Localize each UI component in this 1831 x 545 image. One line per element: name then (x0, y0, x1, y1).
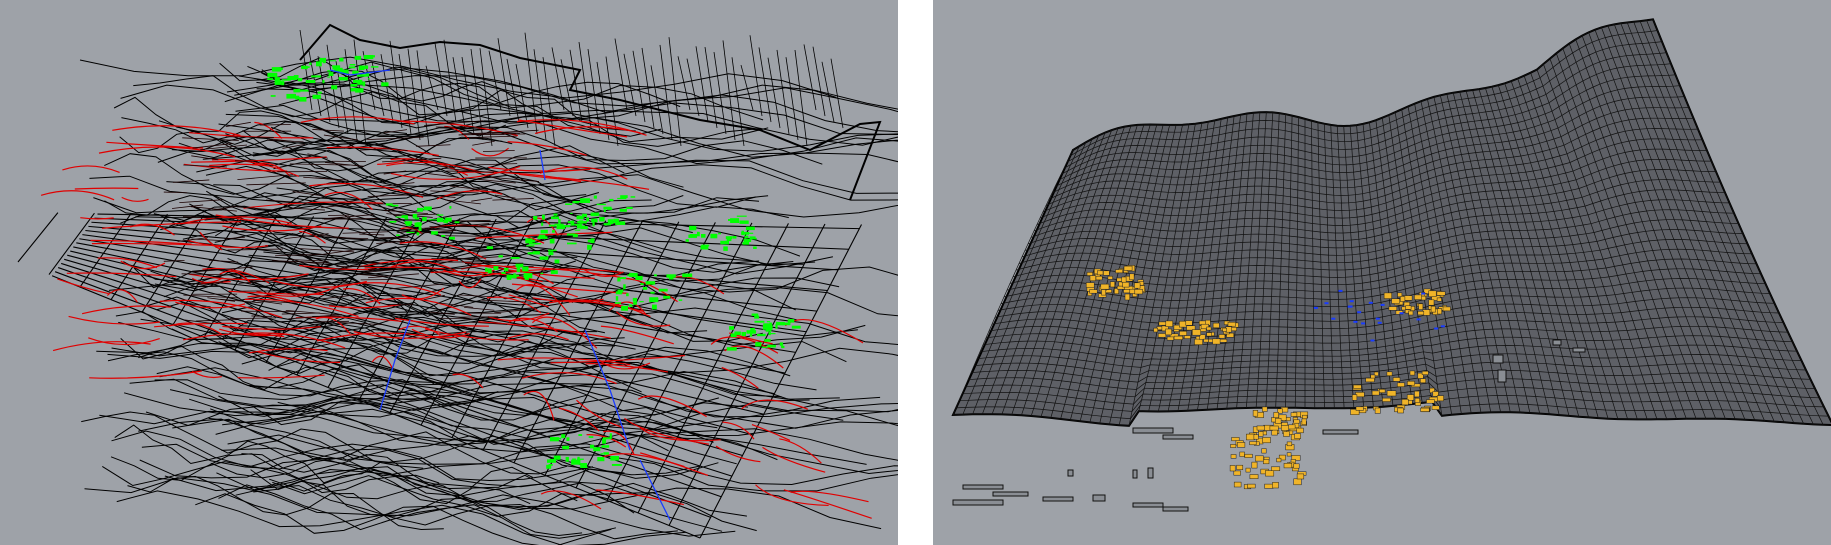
perspective-viewport-right[interactable] (933, 0, 1831, 545)
perspective-viewport-left[interactable] (0, 0, 898, 545)
contour-lines (79, 29, 898, 545)
viewport-divider (898, 0, 933, 545)
terrain-wireframe-mesh (951, 18, 1831, 427)
terrain-contour-map (17, 23, 898, 545)
terrain-mesh-model (951, 18, 1831, 512)
